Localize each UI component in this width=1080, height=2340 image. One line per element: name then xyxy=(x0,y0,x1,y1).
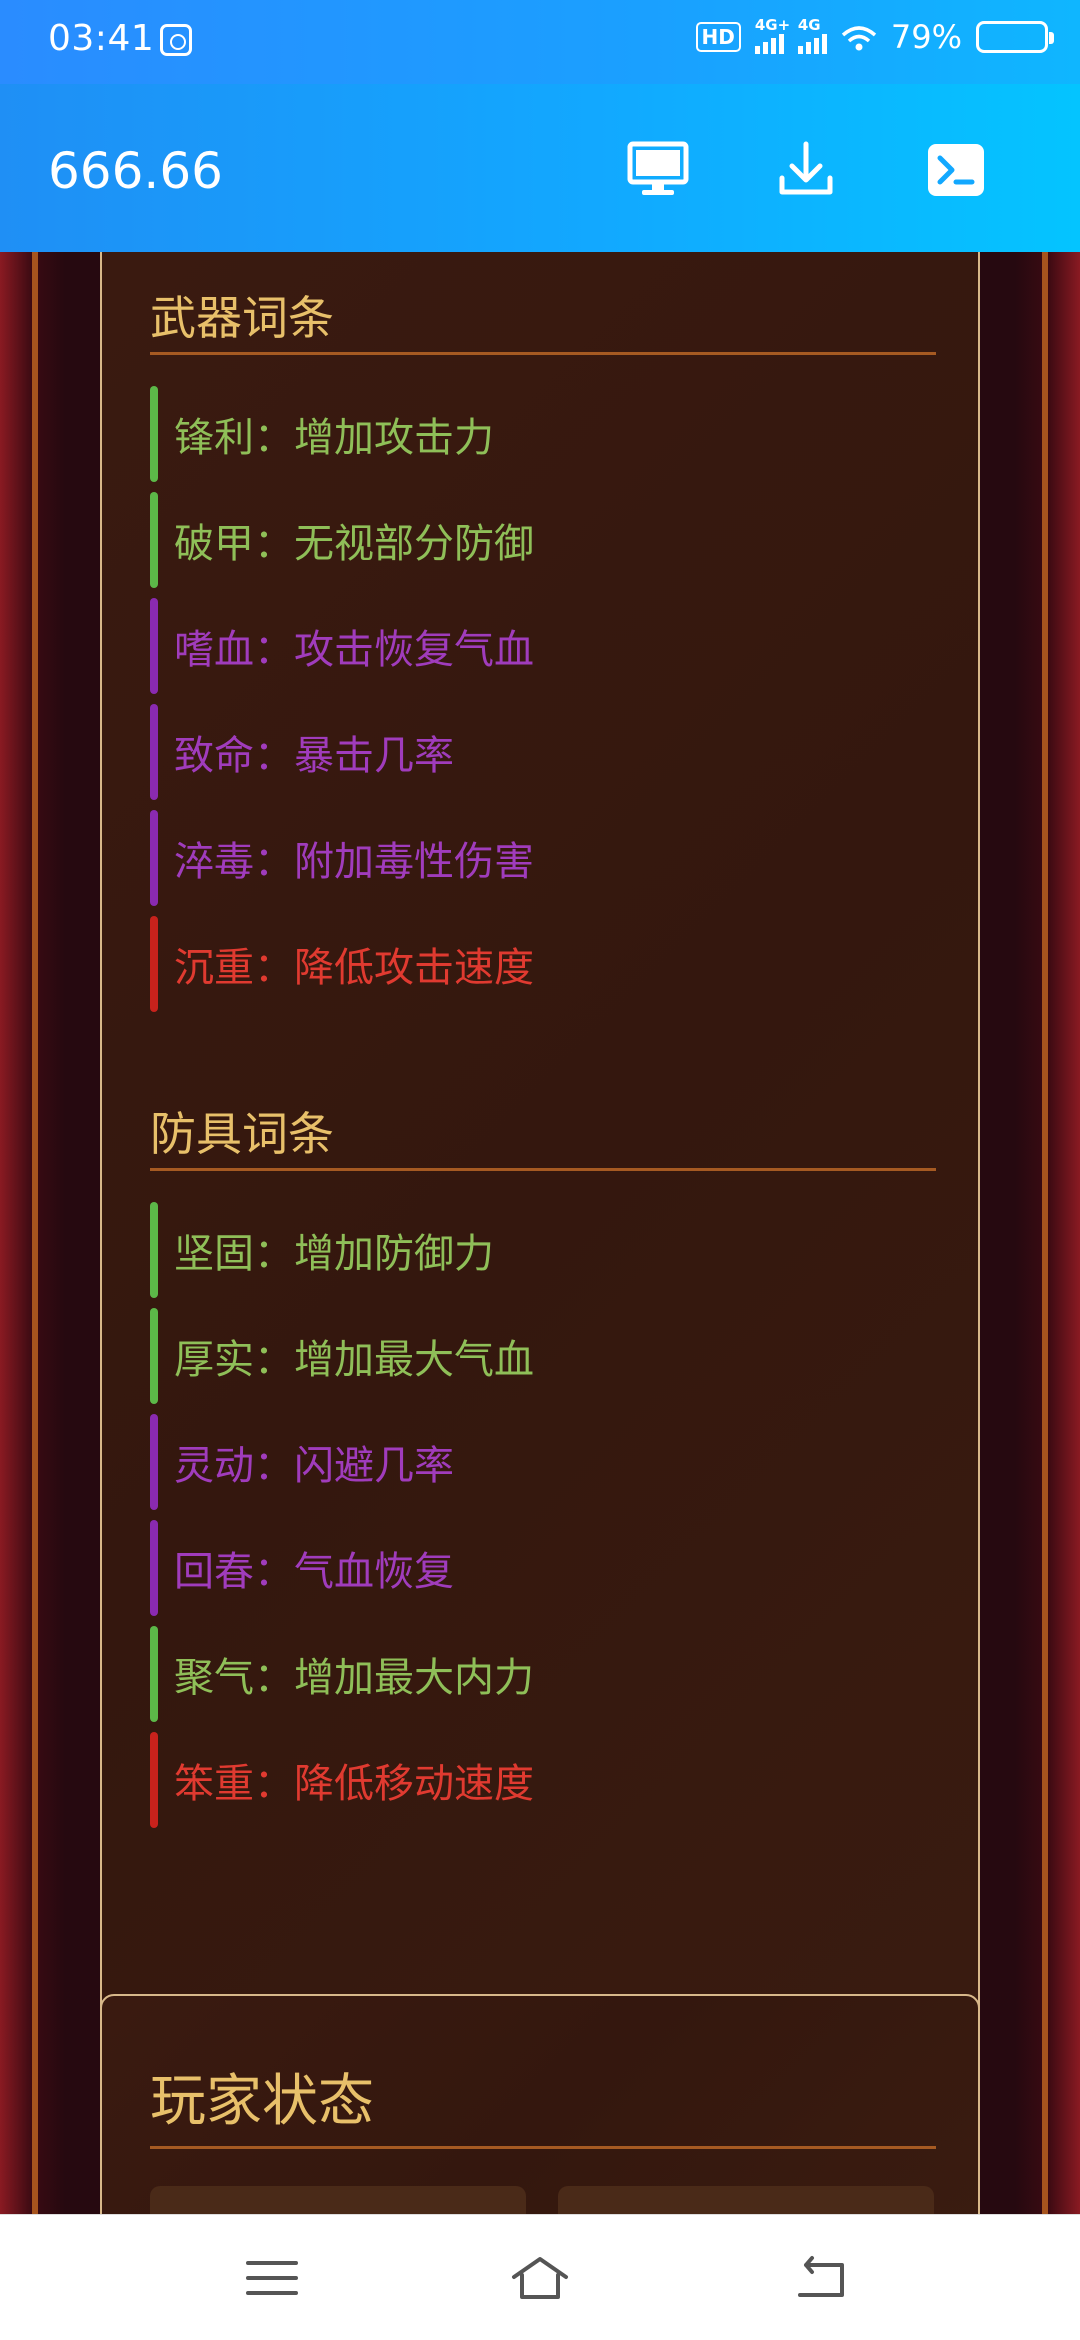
signal-4g-plus-icon: 4G+ xyxy=(754,16,790,54)
affix-entry: 致命：暴击几率 xyxy=(150,704,936,800)
affix-color-bar xyxy=(150,1732,158,1828)
frame-border-left xyxy=(32,252,38,2214)
affix-text: 坚固：增加防御力 xyxy=(174,1231,494,1277)
back-icon[interactable] xyxy=(792,2253,852,2303)
wifi-icon xyxy=(841,23,877,51)
affix-text: 淬毒：附加毒性伤害 xyxy=(174,839,534,885)
player-status-title: 玩家状态 xyxy=(150,2069,374,2134)
armor-section-title: 防具词条 xyxy=(150,1107,334,1161)
affix-color-bar xyxy=(150,1626,158,1722)
menu-icon[interactable] xyxy=(242,2253,302,2303)
app-title: 666.66 xyxy=(48,142,223,200)
player-status-panel: 玩家状态 xyxy=(100,1994,980,2214)
affix-text: 沉重：降低攻击速度 xyxy=(174,945,534,991)
content-area[interactable]: 武器词条 锋利：增加攻击力 破甲：无视部分防御 嗜血：攻击恢复气血 致命：暴击几率淬毒… xyxy=(0,252,1080,2214)
affix-text: 聚气：增加最大内力 xyxy=(174,1655,534,1701)
affix-color-bar xyxy=(150,810,158,906)
affix-entry: 灵动：闪避几率 xyxy=(150,1414,936,1510)
affix-color-bar xyxy=(150,916,158,1012)
affix-color-bar xyxy=(150,598,158,694)
affix-text: 回春：气血恢复 xyxy=(174,1549,454,1595)
affix-color-bar xyxy=(150,1414,158,1510)
affix-color-bar xyxy=(150,1520,158,1616)
affix-entry: 厚实：增加最大气血 xyxy=(150,1308,936,1404)
affix-text: 笨重：降低移动速度 xyxy=(174,1761,534,1807)
status-time: 03:41 xyxy=(48,18,155,59)
affix-panel: 武器词条 锋利：增加攻击力 破甲：无视部分防御 嗜血：攻击恢复气血 致命：暴击几率淬毒… xyxy=(100,252,980,2182)
status-indicators: HD 4G+ 4G 79% xyxy=(695,16,1054,56)
affix-color-bar xyxy=(150,386,158,482)
frame-border-right xyxy=(1042,252,1048,2214)
battery-icon xyxy=(976,21,1054,53)
affix-text: 嗜血：攻击恢复气血 xyxy=(174,627,534,673)
signal-4g-icon: 4G xyxy=(797,16,827,54)
affix-entry: 破甲：无视部分防御 xyxy=(150,492,936,588)
affix-text: 灵动：闪避几率 xyxy=(174,1443,454,1489)
app-notification-icon xyxy=(160,24,192,56)
affix-color-bar xyxy=(150,492,158,588)
stat-box xyxy=(558,2186,934,2214)
hd-icon: HD xyxy=(695,22,741,52)
player-status-divider xyxy=(150,2146,936,2149)
weapon-section-title: 武器词条 xyxy=(150,291,334,345)
affix-entry: 笨重：降低移动速度 xyxy=(150,1732,936,1828)
affix-text: 致命：暴击几率 xyxy=(174,733,454,779)
affix-entry: 坚固：增加防御力 xyxy=(150,1202,936,1298)
affix-color-bar xyxy=(150,1202,158,1298)
weapon-section-divider xyxy=(150,352,936,355)
desktop-icon[interactable] xyxy=(626,138,690,202)
affix-color-bar xyxy=(150,1308,158,1404)
affix-entry: 回春：气血恢复 xyxy=(150,1520,936,1616)
battery-percent: 79% xyxy=(890,18,962,56)
affix-entry: 嗜血：攻击恢复气血 xyxy=(150,598,936,694)
stat-box xyxy=(150,2186,526,2214)
download-icon[interactable] xyxy=(774,138,838,202)
armor-section-divider xyxy=(150,1168,936,1171)
status-bar: 03:41 HD 4G+ 4G 79% xyxy=(0,0,1080,84)
home-icon[interactable] xyxy=(510,2253,570,2303)
affix-entry: 聚气：增加最大内力 xyxy=(150,1626,936,1722)
affix-entry: 淬毒：附加毒性伤害 xyxy=(150,810,936,906)
system-nav-bar xyxy=(0,2214,1080,2340)
affix-text: 厚实：增加最大气血 xyxy=(174,1337,534,1383)
app-bar: 666.66 xyxy=(0,84,1080,252)
affix-text: 破甲：无视部分防御 xyxy=(174,521,534,567)
affix-color-bar xyxy=(150,704,158,800)
affix-entry: 沉重：降低攻击速度 xyxy=(150,916,936,1012)
affix-text: 锋利：增加攻击力 xyxy=(174,415,494,461)
terminal-icon[interactable] xyxy=(924,138,988,202)
affix-entry: 锋利：增加攻击力 xyxy=(150,386,936,482)
